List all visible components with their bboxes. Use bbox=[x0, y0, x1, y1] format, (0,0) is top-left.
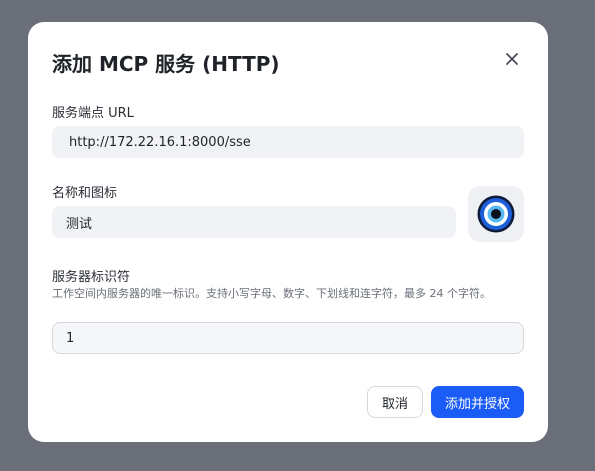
endpoint-url-value: http://172.22.16.1:8000/sse bbox=[69, 134, 251, 150]
endpoint-url-label: 服务端点 URL bbox=[52, 106, 134, 121]
cancel-button[interactable]: 取消 bbox=[367, 386, 423, 418]
evil-eye-icon bbox=[477, 195, 515, 233]
server-id-help-text: 工作空间内服务器的唯一标识。支持小写字母、数字、下划线和连字符，最多 24 个字… bbox=[52, 287, 491, 300]
add-and-authorize-button[interactable]: 添加并授权 bbox=[431, 386, 524, 418]
name-value: 测试 bbox=[66, 216, 93, 232]
endpoint-url-input[interactable]: http://172.22.16.1:8000/sse bbox=[52, 126, 524, 158]
close-icon bbox=[506, 53, 518, 65]
add-mcp-service-dialog: 添加 MCP 服务 (HTTP) 服务端点 URL http://172.22.… bbox=[28, 22, 548, 442]
name-icon-label: 名称和图标 bbox=[52, 186, 118, 201]
name-input[interactable]: 测试 bbox=[52, 206, 456, 238]
close-button[interactable] bbox=[501, 48, 523, 70]
dialog-title: 添加 MCP 服务 (HTTP) bbox=[52, 52, 280, 76]
server-id-input[interactable]: 1 bbox=[52, 322, 524, 354]
icon-picker-button[interactable] bbox=[468, 186, 524, 242]
server-id-label: 服务器标识符 bbox=[52, 270, 131, 285]
server-id-value: 1 bbox=[66, 330, 75, 346]
